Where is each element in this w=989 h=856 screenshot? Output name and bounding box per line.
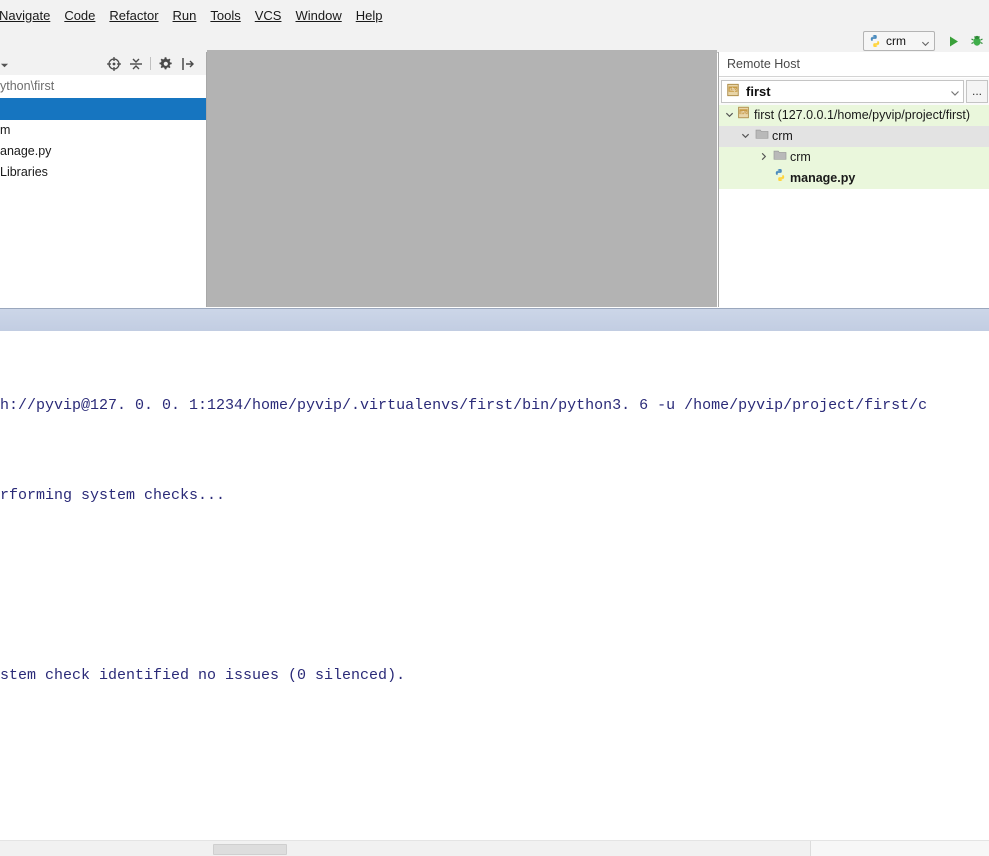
project-tool-window: ython\first m anage.py Libraries [0, 52, 207, 307]
chevron-down-icon[interactable] [950, 87, 959, 96]
menu-item-vcs[interactable]: VCS [248, 6, 289, 25]
remote-host-browse-button[interactable]: ... [966, 80, 988, 103]
project-view-dropdown-icon[interactable] [0, 59, 9, 68]
menu-item-help-label: Help [355, 7, 383, 23]
sftp-icon: sftp [737, 105, 754, 126]
project-tree-row-manage-py[interactable]: anage.py [0, 141, 206, 162]
remote-tree-label-manage-py: manage.py [790, 171, 856, 185]
sftp-icon: sftp [726, 83, 740, 100]
twisty-expanded-icon[interactable] [719, 105, 737, 126]
collapse-all-icon[interactable] [128, 56, 144, 72]
remote-tree-row-root[interactable]: sftp first (127.0.0.1/home/pyvip/project… [719, 105, 989, 126]
remote-host-combo[interactable]: sftp first [721, 80, 964, 103]
project-tree-row-crm[interactable]: m [0, 120, 206, 141]
debug-bug-icon [971, 35, 983, 46]
twisty-expanded-icon[interactable] [737, 126, 755, 147]
menu-item-window-label: Window [295, 7, 342, 23]
remote-host-tree[interactable]: sftp first (127.0.0.1/home/pyvip/project… [719, 105, 989, 307]
remote-tree-label-root: first (127.0.0.1/home/pyvip/project/firs… [754, 108, 971, 122]
settings-gear-icon[interactable] [158, 56, 174, 72]
run-tool-window-header [0, 308, 989, 332]
menu-item-navigate-label: Navigate [0, 7, 51, 23]
project-toolbar [0, 52, 206, 76]
menu-item-refactor[interactable]: Refactor [102, 6, 165, 25]
console-line: h://pyvip@127. 0. 0. 1:1234/home/pyvip/.… [0, 397, 928, 414]
project-tree[interactable]: ython\first m anage.py Libraries [0, 75, 206, 307]
horizontal-scrollbar[interactable] [0, 840, 989, 856]
menu-item-refactor-label: Refactor [109, 7, 159, 23]
remote-tree-row-crm[interactable]: crm [719, 126, 989, 147]
toolbar-separator [150, 57, 151, 70]
run-configuration-selector[interactable]: crm [863, 31, 935, 51]
menu-item-tools-label: Tools [210, 7, 241, 23]
scrollbar-track[interactable] [0, 841, 811, 856]
remote-host-selector-bar: sftp first ... [719, 78, 989, 106]
remote-tree-label-crm: crm [772, 129, 793, 143]
hide-panel-icon[interactable] [180, 56, 196, 72]
debug-button[interactable] [967, 32, 987, 50]
menu-item-navigate[interactable]: Navigate [0, 6, 57, 25]
folder-icon [773, 147, 790, 168]
menu-item-code-label: Code [64, 7, 96, 23]
project-tree-row-path[interactable]: ython\first [0, 75, 206, 98]
menu-item-tools[interactable]: Tools [203, 6, 247, 25]
menu-item-help[interactable]: Help [349, 6, 390, 25]
remote-host-tool-window: Remote Host sftp first ... sftp first (1… [718, 52, 989, 307]
console-line: stem check identified no issues (0 silen… [0, 667, 406, 684]
python-icon [868, 34, 882, 48]
run-button[interactable] [943, 32, 963, 50]
chevron-down-icon[interactable] [921, 37, 930, 46]
menu-item-window[interactable]: Window [288, 6, 348, 25]
menu-item-run[interactable]: Run [166, 6, 204, 25]
console-bottom-divider [0, 831, 989, 832]
remote-host-title: Remote Host [719, 52, 989, 77]
twisty-collapsed-icon[interactable] [755, 147, 773, 168]
editor-empty-area[interactable] [207, 50, 717, 307]
remote-tree-label-crm-inner: crm [790, 150, 811, 164]
menu-item-run-label: Run [172, 7, 197, 23]
svg-text:sftp: sftp [740, 109, 747, 114]
run-configuration-label: crm [886, 34, 906, 48]
remote-tree-row-crm-inner[interactable]: crm [719, 147, 989, 168]
run-triangle-icon [949, 36, 958, 46]
menu-item-code[interactable]: Code [57, 6, 102, 25]
console-line: rforming system checks... [0, 487, 226, 504]
project-tree-row-selected[interactable] [0, 98, 206, 120]
project-tree-row-external-libraries[interactable]: Libraries [0, 162, 206, 183]
menu-bar: Navigate Code Refactor Run Tools VCS Win… [0, 0, 989, 31]
remote-tree-row-manage-py[interactable]: manage.py [719, 168, 989, 189]
select-opened-file-icon[interactable] [106, 56, 122, 72]
svg-text:sftp: sftp [729, 87, 737, 92]
run-console-output[interactable]: h://pyvip@127. 0. 0. 1:1234/home/pyvip/.… [0, 331, 989, 831]
scrollbar-thumb[interactable] [213, 844, 287, 855]
menu-item-vcs-label: VCS [254, 7, 282, 23]
python-file-icon [773, 168, 790, 189]
remote-host-combo-label: first [746, 84, 771, 99]
folder-icon [755, 126, 772, 147]
